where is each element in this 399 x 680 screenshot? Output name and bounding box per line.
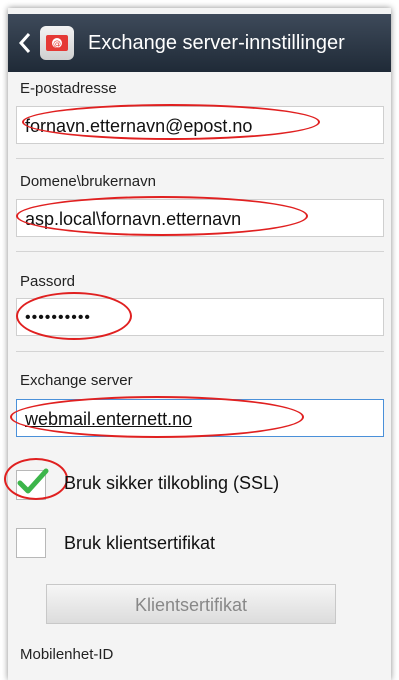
domain-label: Domene\brukernavn — [20, 173, 156, 190]
page-title: Exchange server-innstillinger — [88, 31, 345, 54]
annotation-oval — [22, 104, 320, 140]
title-bar: @ Exchange server-innstillinger — [8, 14, 391, 72]
divider — [16, 251, 384, 252]
client-certificate-checkbox[interactable] — [16, 528, 46, 558]
mobile-id-label: Mobilenhet-ID — [20, 646, 114, 663]
divider — [16, 351, 384, 352]
email-label: E-postadresse — [20, 80, 117, 97]
client-certificate-button[interactable]: Klientsertifikat — [46, 584, 336, 624]
annotation-oval — [16, 196, 308, 236]
email-app-icon: @ — [40, 26, 74, 60]
svg-text:@: @ — [53, 39, 61, 48]
password-label: Passord — [20, 273, 76, 290]
divider — [16, 158, 384, 159]
server-label: Exchange server — [20, 372, 133, 389]
back-icon[interactable] — [18, 28, 36, 58]
annotation-oval — [16, 292, 132, 340]
client-certificate-label[interactable]: Bruk klientsertifikat — [64, 533, 215, 554]
annotation-oval — [4, 458, 68, 500]
annotation-oval — [10, 396, 304, 438]
ssl-label[interactable]: Bruk sikker tilkobling (SSL) — [64, 473, 279, 494]
